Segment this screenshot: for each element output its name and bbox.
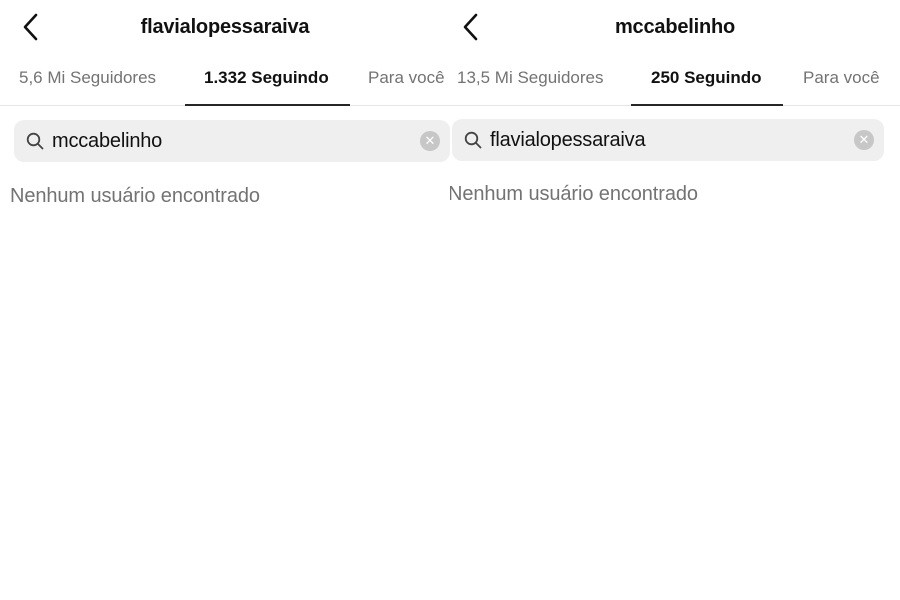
clear-search-icon[interactable]: ✕: [854, 130, 874, 150]
follow-tabs: 5,6 Mi Seguidores 1.332 Seguindo Para vo…: [0, 58, 450, 106]
no-results-message: Nenhum usuário encontrado: [450, 183, 698, 205]
search-input[interactable]: mccabelinho ✕: [14, 120, 450, 162]
no-results-message: Nenhum usuário encontrado: [10, 185, 260, 207]
tab-followers[interactable]: 13,5 Mi Seguidores: [457, 68, 603, 88]
follow-tabs: 13,5 Mi Seguidores 250 Seguindo Para voc…: [450, 58, 900, 106]
search-query: flavialopessaraiva: [490, 129, 646, 151]
search-query: mccabelinho: [52, 130, 163, 152]
tab-following[interactable]: 1.332 Seguindo: [204, 68, 329, 88]
profile-header: flavialopessaraiva: [0, 0, 450, 56]
active-tab-indicator: [631, 104, 783, 106]
search-icon: [464, 131, 482, 154]
left-screen: flavialopessaraiva 5,6 Mi Seguidores 1.3…: [0, 0, 450, 600]
clear-search-icon[interactable]: ✕: [420, 131, 440, 151]
active-tab-indicator: [185, 104, 350, 106]
tab-following[interactable]: 250 Seguindo: [651, 68, 762, 88]
profile-username: mccabelinho: [614, 16, 736, 38]
tab-suggested[interactable]: Para você: [368, 68, 445, 88]
tab-suggested[interactable]: Para você: [803, 68, 880, 88]
search-icon: [26, 132, 44, 155]
tab-followers[interactable]: 5,6 Mi Seguidores: [19, 68, 156, 88]
search-input[interactable]: flavialopessaraiva ✕: [452, 119, 884, 161]
profile-header: mccabelinho: [450, 0, 900, 56]
profile-username: flavialopessaraiva: [140, 16, 310, 38]
right-screen: mccabelinho 13,5 Mi Seguidores 250 Segui…: [450, 0, 900, 600]
